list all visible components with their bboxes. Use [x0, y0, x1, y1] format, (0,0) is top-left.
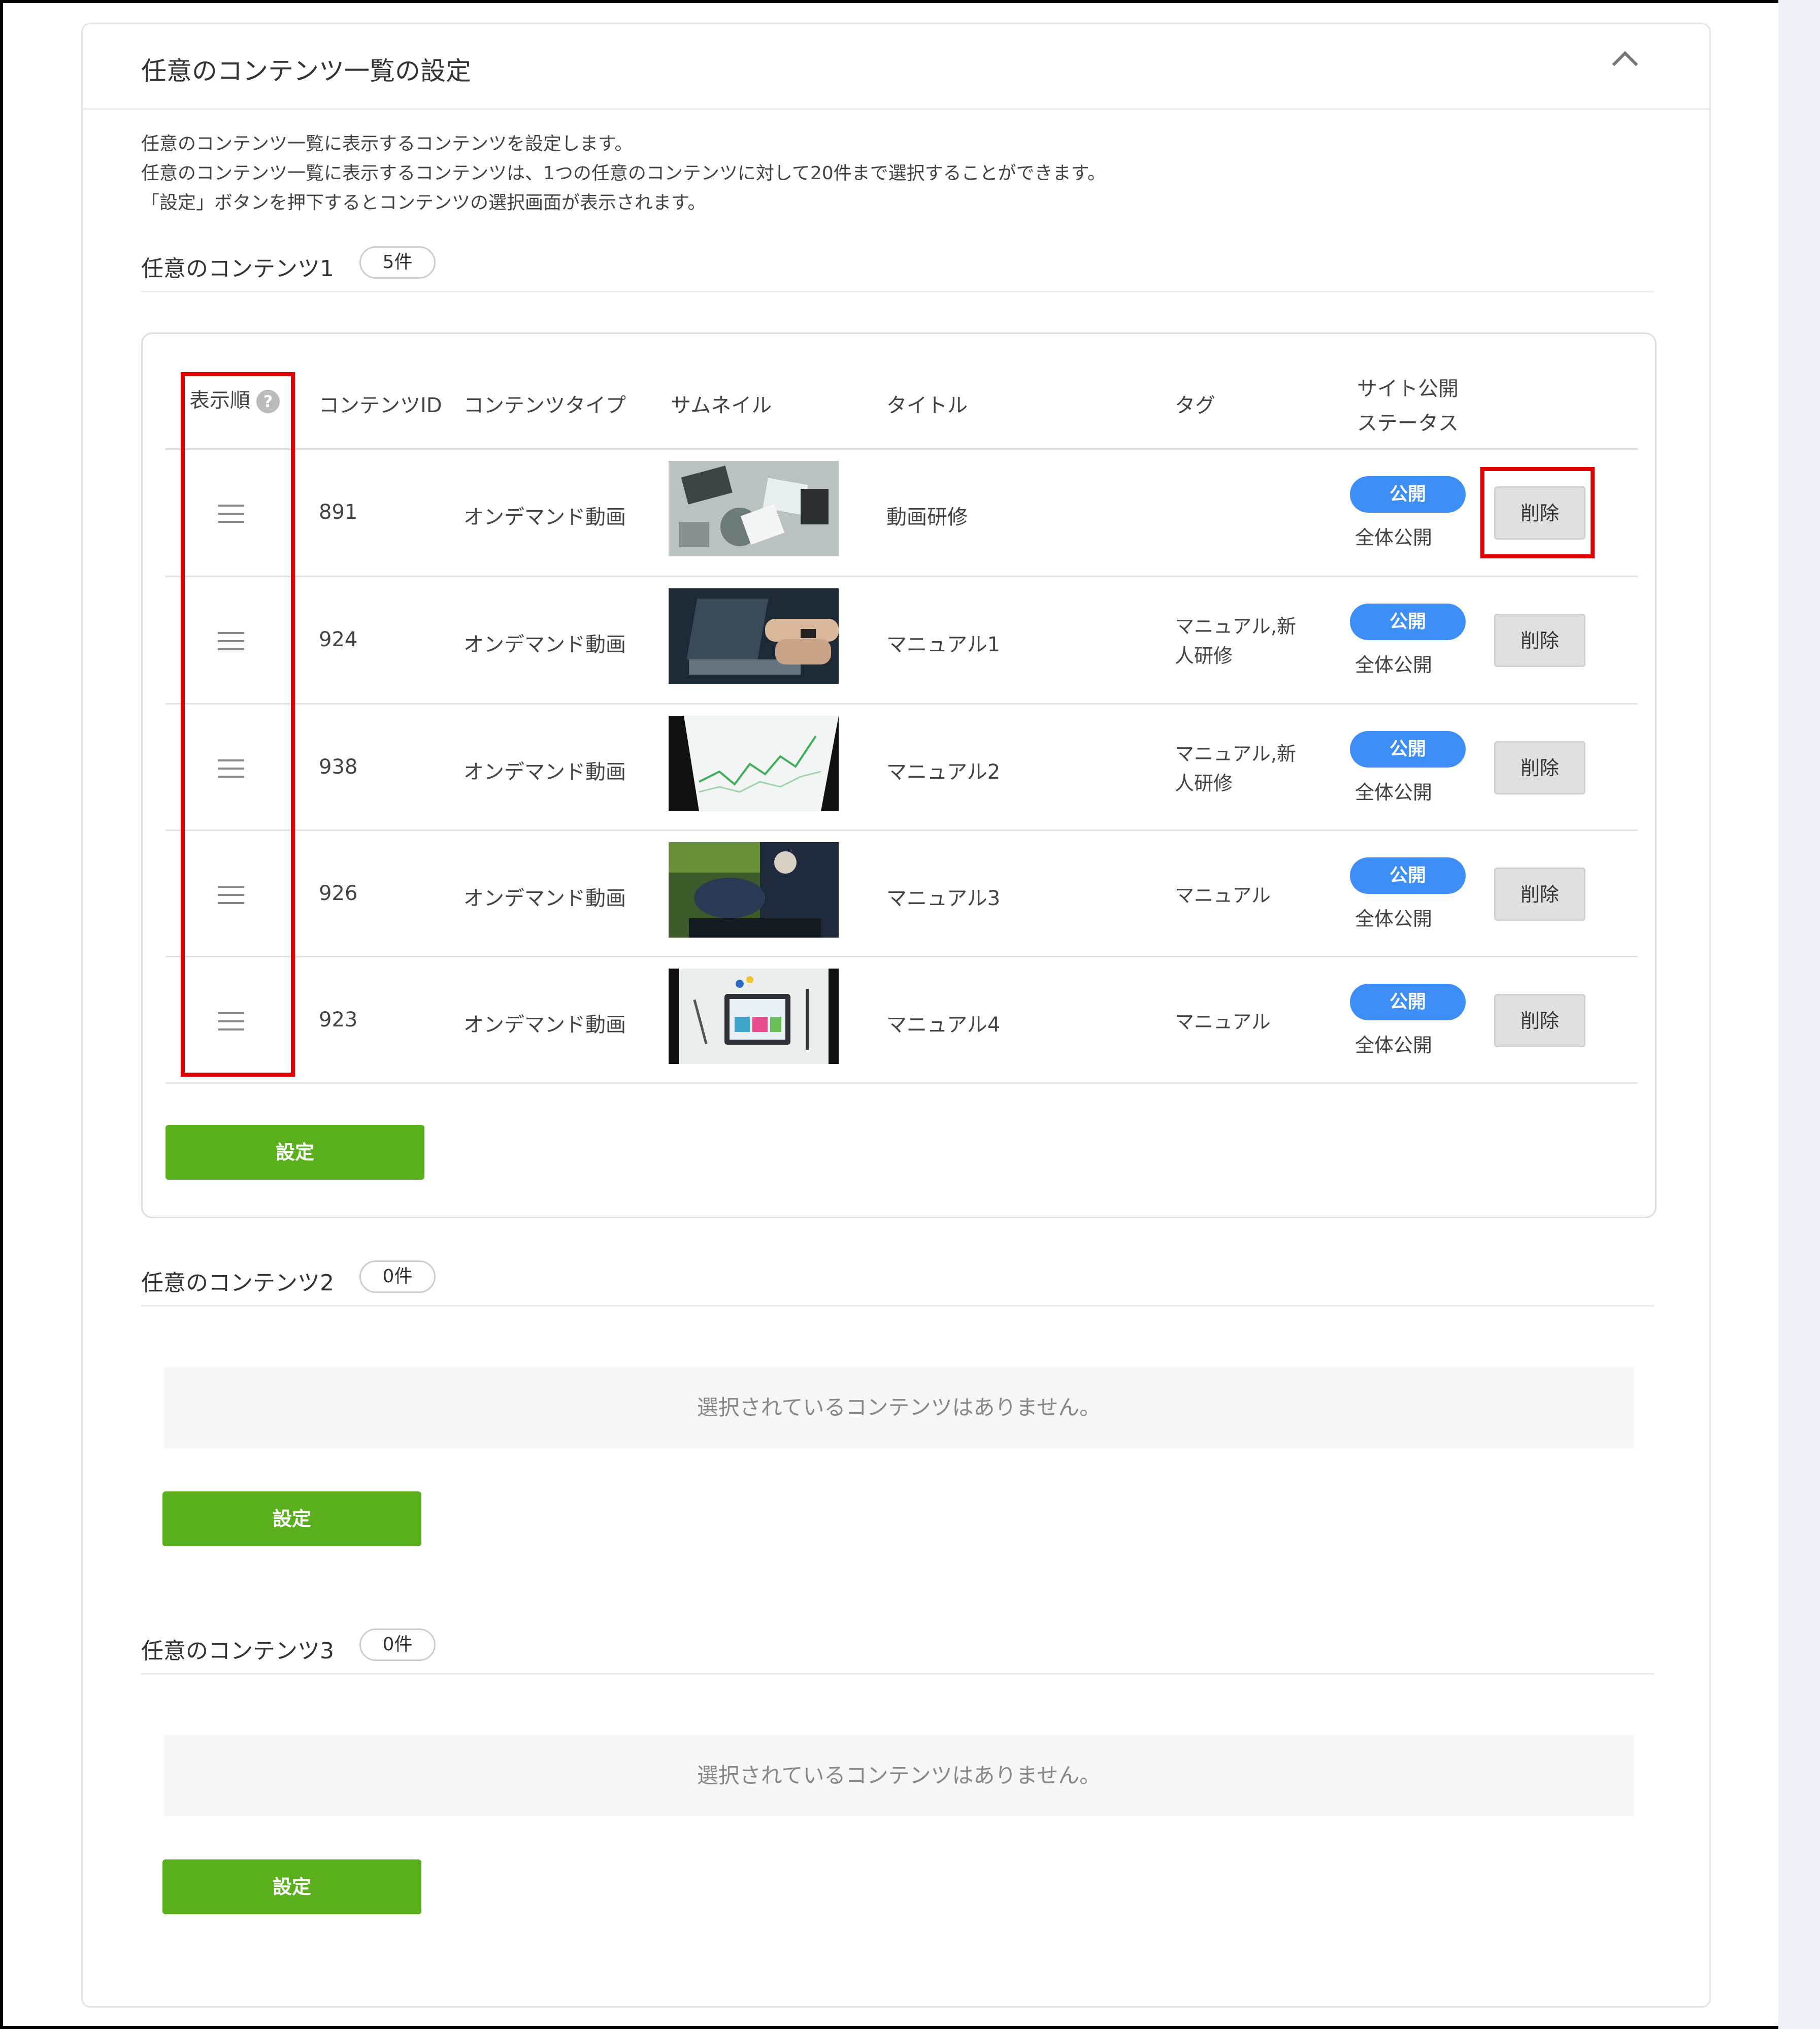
- thumbnail-image: [669, 842, 839, 938]
- visibility-text: 全体公開: [1355, 908, 1433, 930]
- count-badge: 0件: [359, 1628, 436, 1661]
- group-title: 任意のコンテンツ1: [141, 256, 334, 282]
- thumbnail-image: [669, 969, 839, 1064]
- content-type: オンデマンド動画: [464, 887, 626, 910]
- thumbnail-image: [669, 716, 839, 811]
- table-row: 924 オンデマンド動画 マニュアル1 マニュアル,新 人研修 公開 全体公開 …: [143, 577, 1658, 703]
- status-badge: 公開: [1350, 984, 1466, 1020]
- table-row: 926 オンデマンド動画 マニュアル3 マニュアル 公開 全体公開 削除: [143, 831, 1658, 957]
- delete-button[interactable]: 削除: [1494, 868, 1585, 921]
- content-tag: マニュアル: [1175, 992, 1312, 1037]
- table-row: 891 オンデマンド動画 動画研修 公開 全体公開 削除: [143, 450, 1658, 576]
- content-title: 動画研修: [886, 506, 968, 529]
- visibility-text: 全体公開: [1355, 781, 1433, 804]
- header-thumbnail: サムネイル: [671, 394, 772, 417]
- empty-message: 選択されているコンテンツはありません。: [164, 1735, 1634, 1816]
- tag-line: マニュアル: [1175, 1011, 1271, 1033]
- status-badge: 公開: [1350, 476, 1466, 513]
- count-badge: 5件: [359, 246, 436, 279]
- content-title: マニュアル4: [886, 1013, 1001, 1037]
- group-title: 任意のコンテンツ3: [141, 1638, 334, 1664]
- header-status-line1: サイト公開: [1357, 377, 1459, 401]
- content-type: オンデマンド動画: [464, 1013, 626, 1037]
- content-tag: マニュアル,新 人研修: [1175, 612, 1312, 671]
- set-button[interactable]: 設定: [166, 1125, 424, 1180]
- header-tag: タグ: [1175, 394, 1215, 417]
- content-title: マニュアル1: [886, 633, 1001, 656]
- count-badge: 0件: [359, 1260, 436, 1293]
- delete-button[interactable]: 削除: [1494, 614, 1585, 667]
- group-title: 任意のコンテンツ2: [141, 1270, 334, 1296]
- content-id: 938: [319, 755, 358, 779]
- page-background-strip: [1778, 0, 1820, 2029]
- row-divider: [166, 1082, 1638, 1084]
- tag-line: マニュアル,新: [1175, 615, 1296, 638]
- tag-line: 人研修: [1175, 645, 1233, 667]
- card-header[interactable]: 任意のコンテンツ一覧の設定: [83, 24, 1709, 110]
- table-row: 923 オンデマンド動画 マニュアル4 マニュアル 公開 全体公開 削除: [143, 957, 1658, 1083]
- content-tag: マニュアル,新 人研修: [1175, 739, 1312, 798]
- thumbnail-image: [669, 461, 839, 556]
- content-title: マニュアル3: [886, 887, 1001, 910]
- content-id: 923: [319, 1008, 358, 1032]
- highlight-delete-button: [1480, 467, 1595, 558]
- content-id: 924: [319, 628, 358, 651]
- tag-line: マニュアル: [1175, 884, 1271, 907]
- chevron-up-icon[interactable]: [1612, 51, 1638, 77]
- header-title: タイトル: [886, 394, 968, 417]
- description-line: 任意のコンテンツ一覧に表示するコンテンツは、1つの任意のコンテンツに対して20件…: [141, 163, 1106, 184]
- content-type: オンデマンド動画: [464, 633, 626, 656]
- group-2-header: 任意のコンテンツ2 0件: [141, 1260, 1654, 1307]
- header-content-type: コンテンツタイプ: [464, 394, 626, 417]
- delete-button[interactable]: 削除: [1494, 741, 1585, 794]
- delete-button[interactable]: 削除: [1494, 994, 1585, 1047]
- content-title: マニュアル2: [886, 760, 1001, 784]
- status-badge: 公開: [1350, 604, 1466, 640]
- status-badge: 公開: [1350, 857, 1466, 894]
- set-button[interactable]: 設定: [162, 1491, 421, 1546]
- empty-message: 選択されているコンテンツはありません。: [164, 1367, 1634, 1448]
- description-line: 任意のコンテンツ一覧に表示するコンテンツを設定します。: [141, 134, 633, 154]
- content-id: 891: [319, 501, 358, 524]
- group-1-header: 任意のコンテンツ1 5件: [141, 246, 1654, 292]
- content-table: 表示順? コンテンツID コンテンツタイプ サムネイル タイトル タグ サイト公…: [141, 332, 1657, 1218]
- content-type: オンデマンド動画: [464, 506, 626, 529]
- content-id: 926: [319, 882, 358, 905]
- content-tag: マニュアル: [1175, 866, 1312, 910]
- card-title: 任意のコンテンツ一覧の設定: [141, 56, 471, 86]
- content-type: オンデマンド動画: [464, 760, 626, 784]
- group-3-header: 任意のコンテンツ3 0件: [141, 1628, 1654, 1675]
- visibility-text: 全体公開: [1355, 526, 1433, 549]
- description-line: 「設定」ボタンを押下するとコンテンツの選択画面が表示されます。: [141, 192, 706, 213]
- tag-line: マニュアル,新: [1175, 743, 1296, 765]
- visibility-text: 全体公開: [1355, 654, 1433, 676]
- description: 任意のコンテンツ一覧に表示するコンテンツを設定します。 任意のコンテンツ一覧に表…: [141, 129, 1106, 218]
- tag-line: 人研修: [1175, 772, 1233, 794]
- table-row: 938 オンデマンド動画 マニュアル2 マニュアル,新 人研修 公開 全体公開 …: [143, 705, 1658, 830]
- settings-card: 任意のコンテンツ一覧の設定 任意のコンテンツ一覧に表示するコンテンツを設定します…: [81, 23, 1711, 2008]
- thumbnail-image: [669, 588, 839, 684]
- highlight-order-column: [181, 372, 295, 1077]
- status-badge: 公開: [1350, 731, 1466, 768]
- visibility-text: 全体公開: [1355, 1034, 1433, 1056]
- header-status-line2: ステータス: [1357, 412, 1459, 435]
- header-content-id: コンテンツID: [319, 394, 442, 417]
- set-button[interactable]: 設定: [162, 1859, 421, 1914]
